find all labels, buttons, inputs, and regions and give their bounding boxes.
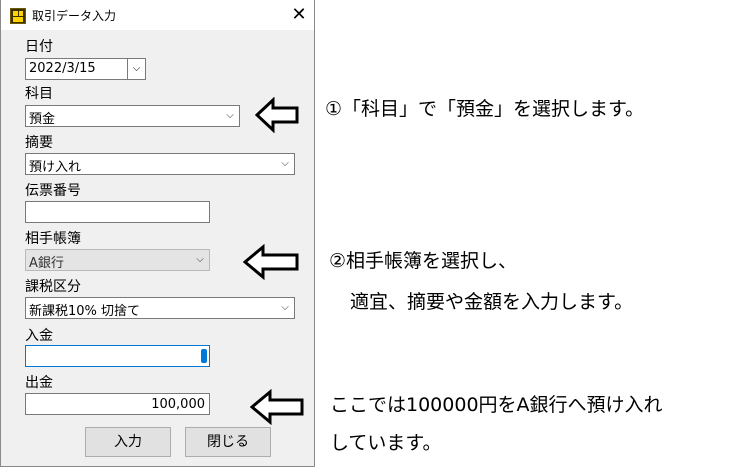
tax-category-value: 新課税10% 切捨て: [29, 304, 141, 319]
annotation-step2-line1: ②相手帳簿を選択し、: [329, 250, 518, 272]
close-icon[interactable]: ✕: [284, 2, 314, 28]
withdrawal-label: 出金: [25, 375, 53, 391]
account-value: 預金: [29, 112, 56, 127]
tax-category-label: 課税区分: [25, 279, 81, 295]
chevron-down-icon: ⌵: [226, 110, 234, 121]
counter-ledger-value: A銀行: [29, 256, 64, 271]
chevron-down-icon: ⌵: [196, 254, 204, 265]
date-label: 日付: [25, 39, 53, 55]
annotation-step2-line2: 適宜、摘要や金額を入力します。: [350, 291, 634, 313]
withdrawal-value: 100,000: [151, 397, 205, 412]
date-field[interactable]: 2022/3/15: [25, 58, 128, 80]
account-label: 科目: [25, 86, 53, 102]
slip-number-input[interactable]: [25, 201, 210, 223]
chevron-down-icon: ⌵: [281, 158, 289, 169]
account-select[interactable]: 預金 ⌵: [25, 105, 240, 127]
summary-select[interactable]: 預け入れ ⌵: [25, 153, 295, 175]
left-arrow-icon: [255, 97, 299, 133]
annotation-example-line1: ここでは100000円をA銀行へ預け入れ: [330, 394, 663, 416]
enter-button[interactable]: 入力: [85, 427, 171, 457]
close-button[interactable]: 閉じる: [185, 427, 271, 457]
deposit-label: 入金: [25, 328, 53, 344]
left-arrow-icon: [243, 244, 299, 280]
counter-ledger-select[interactable]: A銀行 ⌵: [25, 249, 210, 271]
window-title: 取引データ入力: [32, 9, 117, 23]
annotation-step1: ①「科目」で「預金」を選択します。: [325, 98, 645, 120]
date-value: 2022/3/15: [29, 61, 96, 76]
withdrawal-input[interactable]: 100,000: [25, 393, 210, 415]
chevron-down-icon: ⌵: [132, 63, 141, 74]
annotation-example-line2: しています。: [330, 432, 442, 454]
app-icon: [10, 8, 26, 24]
left-arrow-icon: [250, 389, 304, 425]
counter-ledger-label: 相手帳簿: [25, 231, 81, 247]
tax-category-select[interactable]: 新課税10% 切捨て ⌵: [25, 297, 295, 319]
chevron-down-icon: ⌵: [281, 302, 289, 313]
date-dropdown-button[interactable]: ⌵: [127, 58, 146, 80]
text-cursor: [201, 349, 207, 363]
slip-number-label: 伝票番号: [25, 183, 81, 199]
summary-label: 摘要: [25, 135, 53, 151]
title-bar: 取引データ入力 ✕: [1, 0, 314, 30]
deposit-input[interactable]: [25, 345, 210, 367]
summary-value: 預け入れ: [29, 160, 82, 175]
